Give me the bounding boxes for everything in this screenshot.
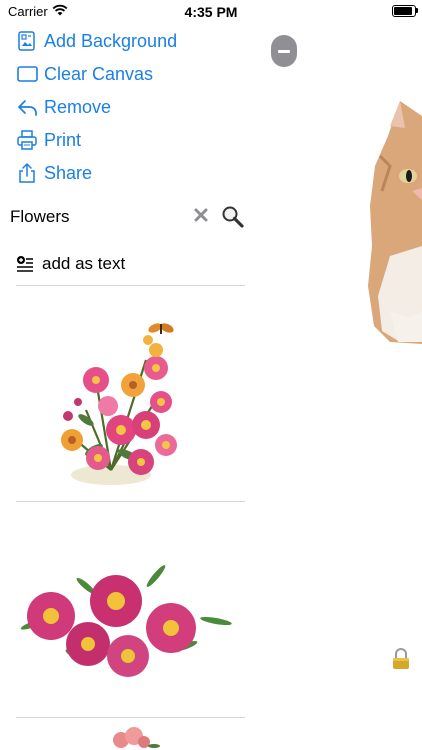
status-time: 4:35 PM [184,4,238,20]
remove-icon [18,100,37,116]
flower-garland-image [20,565,232,677]
flower-image [113,727,160,748]
result-item[interactable] [16,506,245,716]
minus-icon[interactable] [271,35,297,67]
add-as-text-button[interactable]: add as text [16,251,125,277]
kitten-image[interactable] [360,96,422,346]
remove-button[interactable]: Remove [16,92,111,122]
add-background-icon [18,31,35,51]
close-icon[interactable] [193,207,209,223]
share-button[interactable]: Share [16,158,92,188]
divider [16,501,245,502]
divider [16,285,245,286]
add-background-button[interactable]: Add Background [16,26,177,56]
clear-canvas-button[interactable]: Clear Canvas [16,59,153,89]
share-icon [19,163,35,183]
result-item[interactable] [16,290,245,500]
remove-label: Remove [44,96,112,117]
add-as-text-label: add as text [42,254,126,273]
lock-icon[interactable] [391,648,411,670]
clear-canvas-label: Clear Canvas [44,63,154,84]
status-bar: Carrier 4:35 PM [0,0,422,24]
add-text-icon [17,256,33,272]
divider [16,717,245,718]
share-label: Share [44,162,93,183]
magnifier-icon[interactable] [221,205,245,229]
print-label: Print [44,129,82,150]
print-icon [17,130,37,150]
clear-canvas-icon [17,66,38,82]
add-background-label: Add Background [44,30,178,51]
flower-bouquet-image [61,323,177,485]
search-query: Flowers [10,207,70,226]
battery-tip [416,8,418,13]
side-panel: Add Background Clear Canvas Remove Print… [0,24,258,750]
print-button[interactable]: Print [16,125,81,155]
battery-icon [392,5,416,17]
result-item[interactable] [16,722,245,750]
